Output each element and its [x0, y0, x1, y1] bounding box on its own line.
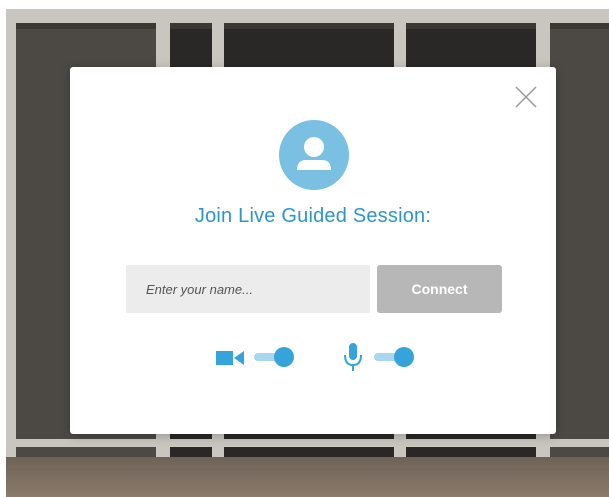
- close-button[interactable]: [514, 85, 538, 109]
- close-icon: [515, 86, 537, 108]
- microphone-toggle[interactable]: [374, 347, 414, 367]
- name-input[interactable]: [126, 265, 370, 313]
- camera-toggle[interactable]: [254, 347, 294, 367]
- join-session-modal: Join Live Guided Session: Connect: [70, 67, 556, 434]
- camera-toggle-knob: [274, 347, 294, 367]
- modal-title: Join Live Guided Session:: [194, 205, 432, 227]
- microphone-icon: [344, 343, 362, 371]
- video-camera-icon: [216, 351, 244, 365]
- connect-button[interactable]: Connect: [377, 265, 502, 313]
- user-avatar-icon: [279, 120, 349, 190]
- microphone-toggle-knob: [394, 347, 414, 367]
